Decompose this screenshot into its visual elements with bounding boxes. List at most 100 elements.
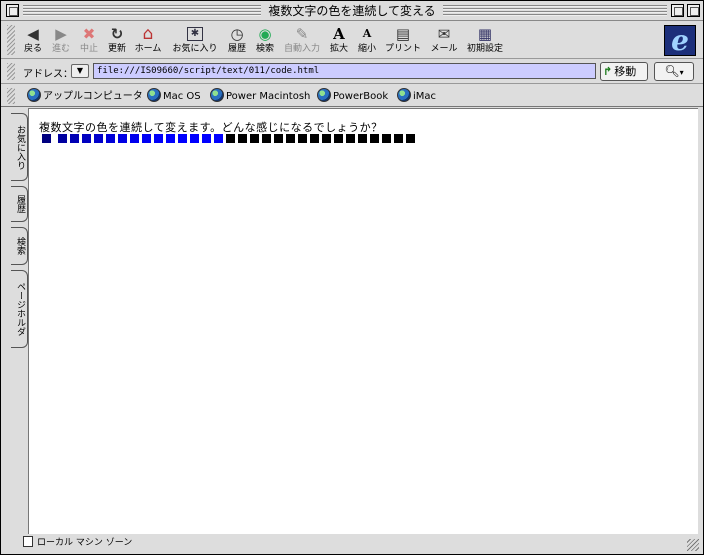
- quick-search-button[interactable]: 🔍︎▾: [654, 62, 694, 81]
- history-clock-icon: ◷: [230, 25, 244, 43]
- chevron-down-icon: ▾: [679, 68, 684, 77]
- status-zone-text: ローカル マシン ゾーン: [37, 538, 133, 548]
- color-square: [382, 134, 391, 143]
- autofill-label: 自動入力: [283, 44, 320, 54]
- color-square: [154, 134, 163, 143]
- color-square: [286, 134, 295, 143]
- history-label: 履歴: [227, 44, 246, 54]
- text-larger-label: 拡大: [329, 44, 348, 54]
- color-square: [70, 134, 79, 143]
- search-toolbar-button[interactable]: ◉ 検索: [253, 25, 277, 57]
- color-square: [106, 134, 115, 143]
- go-arrow-icon: ↱: [603, 65, 613, 78]
- color-square: [94, 134, 103, 143]
- window-title: 複数文字の色を連続して変える: [263, 3, 441, 19]
- back-arrow-icon: ◀: [27, 25, 39, 43]
- color-square: [190, 134, 199, 143]
- color-square: [82, 134, 91, 143]
- forward-label: 進む: [51, 44, 70, 54]
- text-smaller-button[interactable]: A 縮小: [355, 25, 379, 57]
- favorite-link-apple[interactable]: アップルコンピュータ: [27, 88, 143, 104]
- preferences-label: 初期設定: [466, 44, 503, 54]
- page-content[interactable]: 複数文字の色を連続して変えます。どんな感じになるでしょうか？: [28, 108, 698, 534]
- mail-icon: ✉: [437, 25, 451, 43]
- favorite-link-powerbook[interactable]: PowerBook: [317, 88, 388, 104]
- globe-icon: [210, 88, 224, 102]
- page-message: 複数文字の色を連続して変えます。どんな感じになるでしょうか？: [39, 121, 383, 134]
- forward-arrow-icon: ▶: [55, 25, 67, 43]
- tab-history[interactable]: 履歴: [11, 186, 28, 222]
- favorite-link-macos[interactable]: Mac OS: [147, 88, 201, 104]
- browser-window: 複数文字の色を連続して変える ◀ 戻る ▶ 進む ✖ 中止 ↻ 更新 ⌂ ホーム…: [0, 0, 704, 555]
- autofill-button[interactable]: ✎ 自動入力: [281, 25, 323, 57]
- toolbar-grip[interactable]: [7, 25, 15, 55]
- address-grip[interactable]: [7, 63, 15, 80]
- favorites-button[interactable]: ✱ お気に入り: [169, 25, 221, 57]
- color-square: [202, 134, 211, 143]
- color-square: [394, 134, 403, 143]
- address-label: アドレス：: [23, 69, 73, 80]
- color-square: [178, 134, 187, 143]
- tab-search[interactable]: 検索: [11, 227, 28, 265]
- favorite-link-power-macintosh[interactable]: Power Macintosh: [210, 88, 310, 104]
- title-stripes-right: [443, 5, 667, 16]
- print-button[interactable]: ▤ プリント: [383, 25, 423, 57]
- stop-button[interactable]: ✖ 中止: [77, 25, 101, 57]
- color-square: [58, 134, 67, 143]
- color-square: [346, 134, 355, 143]
- zone-icon: [23, 536, 33, 547]
- home-label: ホーム: [134, 44, 162, 54]
- address-dropdown-button[interactable]: ▼: [71, 64, 89, 78]
- color-square: [226, 134, 235, 143]
- favorites-icon: ✱: [187, 27, 203, 41]
- mail-button[interactable]: ✉ メール: [429, 25, 459, 57]
- mail-label: メール: [430, 44, 458, 54]
- title-bar[interactable]: 複数文字の色を連続して変える: [1, 1, 703, 21]
- back-button[interactable]: ◀ 戻る: [21, 25, 45, 57]
- toolbar: ◀ 戻る ▶ 進む ✖ 中止 ↻ 更新 ⌂ ホーム ✱ お気に入り ◷ 履歴 ◉: [1, 22, 703, 59]
- color-square: [118, 134, 127, 143]
- history-button[interactable]: ◷ 履歴: [225, 25, 249, 57]
- collapse-box[interactable]: [687, 4, 700, 17]
- color-square: [238, 134, 247, 143]
- refresh-button[interactable]: ↻ 更新: [105, 25, 129, 57]
- globe-icon: [27, 88, 41, 102]
- internet-explorer-logo[interactable]: e: [664, 25, 696, 56]
- color-square: [262, 134, 271, 143]
- tab-page-holder[interactable]: ページホルダ: [11, 270, 28, 348]
- home-button[interactable]: ⌂ ホーム: [133, 25, 163, 57]
- resize-grip[interactable]: [687, 539, 699, 551]
- color-square: [250, 134, 259, 143]
- back-label: 戻る: [23, 44, 42, 54]
- color-square: [322, 134, 331, 143]
- color-square: [406, 134, 415, 143]
- title-stripes-left: [23, 5, 261, 16]
- preferences-button[interactable]: ▦ 初期設定: [465, 25, 505, 57]
- text-larger-button[interactable]: A 拡大: [327, 25, 351, 57]
- tab-favorites[interactable]: お気に入り: [11, 113, 28, 181]
- status-bar: ローカル マシン ゾーン: [11, 535, 697, 551]
- chevron-down-icon: ▼: [76, 66, 84, 75]
- favorites-bar: アップルコンピュータ Mac OS Power Macintosh PowerB…: [1, 85, 703, 107]
- magnifier-icon: 🔍︎: [664, 64, 680, 78]
- color-square: [370, 134, 379, 143]
- globe-icon: [397, 88, 411, 102]
- forward-button[interactable]: ▶ 進む: [49, 25, 73, 57]
- color-square: [42, 134, 51, 143]
- close-box[interactable]: [6, 4, 19, 17]
- favorite-link-imac[interactable]: iMac: [397, 88, 436, 104]
- stop-icon: ✖: [82, 25, 96, 43]
- go-button[interactable]: ↱ 移動: [600, 62, 648, 81]
- print-label: プリント: [384, 44, 421, 54]
- color-square: [130, 134, 139, 143]
- search-magnifier-icon: ◉: [258, 25, 272, 43]
- favorites-grip[interactable]: [7, 88, 15, 104]
- globe-icon: [147, 88, 161, 102]
- stop-label: 中止: [79, 44, 98, 54]
- go-label: 移動: [614, 65, 637, 78]
- zoom-box[interactable]: [671, 4, 684, 17]
- address-input[interactable]: [93, 63, 596, 79]
- autofill-pencil-icon: ✎: [295, 25, 309, 43]
- color-square: [298, 134, 307, 143]
- color-square: [358, 134, 367, 143]
